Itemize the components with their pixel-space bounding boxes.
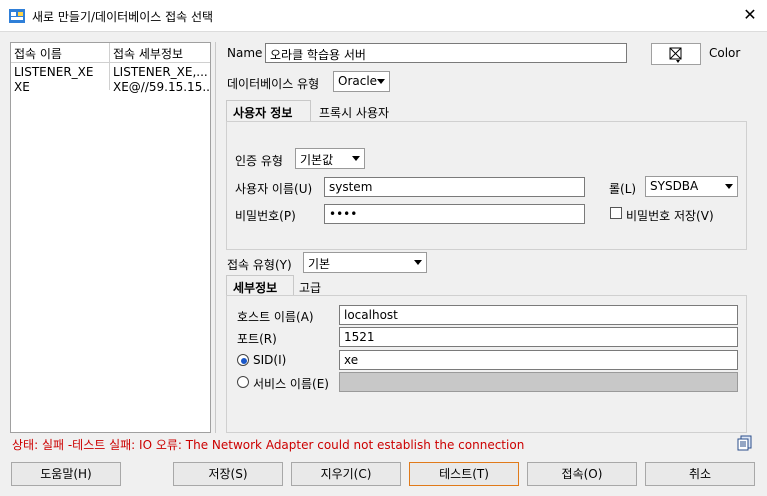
service-name-radio[interactable] (237, 376, 249, 388)
title-bar: 새로 만들기/데이터베이스 접속 선택 ✕ (0, 0, 767, 32)
connection-type-value: 기본 (308, 257, 331, 271)
port-label: 포트(R) (237, 332, 277, 346)
database-connection-icon (9, 9, 25, 23)
tab-details[interactable]: 세부정보 (226, 275, 294, 296)
password-label: 비밀번호(P) (235, 209, 296, 223)
auth-type-select[interactable]: 기본값 (295, 148, 365, 169)
database-type-label: 데이터베이스 유형 (227, 77, 320, 91)
color-button[interactable] (651, 43, 701, 65)
hostname-label: 호스트 이름(A) (237, 310, 314, 324)
role-select[interactable]: SYSDBA (645, 176, 738, 197)
role-label: 롤(L) (609, 182, 637, 196)
connection-type-select[interactable]: 기본 (303, 252, 427, 273)
role-value: SYSDBA (650, 179, 699, 193)
service-name-label: 서비스 이름(E) (253, 377, 329, 391)
splitter[interactable] (215, 42, 216, 433)
password-input[interactable]: •••• (324, 204, 585, 224)
database-type-select[interactable]: Oracle (333, 71, 390, 92)
save-button[interactable]: 저장(S) (173, 462, 283, 486)
column-divider (109, 43, 110, 90)
username-input[interactable]: system (324, 177, 585, 197)
color-label: Color (709, 46, 741, 60)
chevron-down-icon (352, 156, 360, 161)
service-name-input (339, 372, 738, 392)
list-item[interactable]: XE (14, 80, 108, 94)
auth-type-value: 기본값 (300, 153, 334, 167)
status-message: 상태: 실패 -테스트 실패: IO 오류: The Network Adapt… (12, 438, 525, 452)
name-label: Name (227, 46, 263, 60)
chevron-down-icon (377, 79, 385, 84)
list-item-details[interactable]: XE@//59.15.15.... (113, 80, 209, 94)
column-header-details[interactable]: 접속 세부정보 (113, 45, 183, 62)
connection-list-header: 접속 이름 접속 세부정보 (11, 43, 210, 63)
database-type-value: Oracle (338, 74, 378, 88)
close-icon[interactable]: ✕ (740, 5, 760, 25)
chevron-down-icon (414, 260, 422, 265)
color-picker-icon (669, 47, 682, 63)
list-item[interactable]: LISTENER_XE (14, 65, 108, 79)
clear-button[interactable]: 지우기(C) (291, 462, 401, 486)
sid-radio[interactable] (237, 354, 249, 366)
sid-input[interactable]: xe (339, 350, 738, 370)
name-input[interactable]: 오라클 학습용 서버 (265, 43, 627, 63)
connect-button[interactable]: 접속(O) (527, 462, 637, 486)
help-button[interactable]: 도움말(H) (11, 462, 121, 486)
tab-user-info[interactable]: 사용자 정보 (226, 100, 311, 122)
window-title: 새로 만들기/데이터베이스 접속 선택 (32, 10, 214, 24)
connection-list[interactable]: 접속 이름 접속 세부정보 LISTENER_XE LISTENER_XE,..… (10, 42, 211, 433)
username-label: 사용자 이름(U) (235, 182, 313, 196)
copy-log-icon[interactable] (737, 435, 752, 451)
port-input[interactable]: 1521 (339, 327, 738, 347)
column-header-name[interactable]: 접속 이름 (14, 45, 62, 62)
chevron-down-icon (725, 184, 733, 189)
test-button[interactable]: 테스트(T) (409, 462, 519, 486)
save-password-checkbox[interactable] (610, 207, 622, 219)
hostname-input[interactable]: localhost (339, 305, 738, 325)
save-password-label: 비밀번호 저장(V) (626, 209, 714, 223)
sid-label: SID(I) (253, 353, 287, 367)
auth-type-label: 인증 유형 (235, 154, 283, 168)
list-item-details[interactable]: LISTENER_XE,... (113, 65, 209, 79)
connection-type-label: 접속 유형(Y) (227, 258, 292, 272)
cancel-button[interactable]: 취소 (645, 462, 755, 486)
